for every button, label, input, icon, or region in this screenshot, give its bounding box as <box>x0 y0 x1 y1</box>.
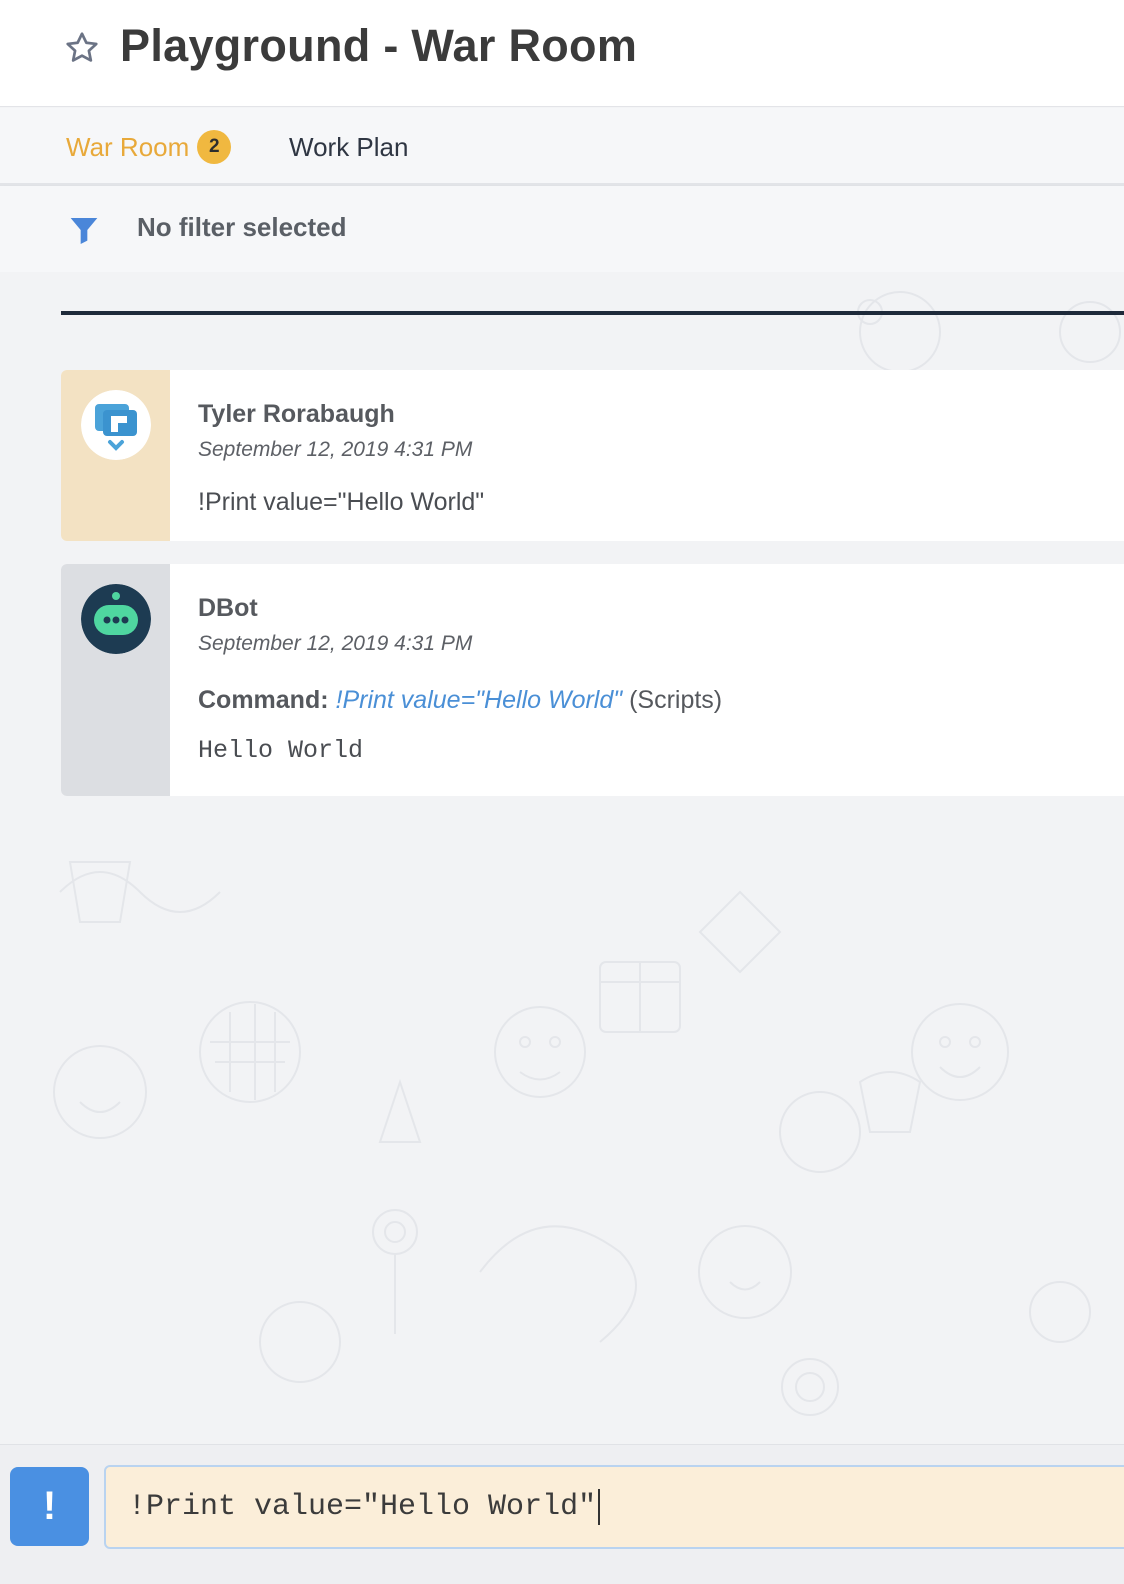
chat-user-icon <box>81 390 151 460</box>
feed-divider <box>61 311 1124 315</box>
feed-entry: Tyler Rorabaugh September 12, 2019 4:31 … <box>61 370 1124 541</box>
entry-timestamp: September 12, 2019 4:31 PM <box>198 438 473 461</box>
tab-bar: War Room 2 Work Plan <box>0 108 1124 186</box>
entry-author[interactable]: Tyler Rorabaugh <box>198 400 395 429</box>
entry-timestamp: September 12, 2019 4:31 PM <box>198 632 473 655</box>
filter-status-text: No filter selected <box>137 212 347 242</box>
page-title: Playground - War Room <box>120 20 638 71</box>
entry-side-panel <box>61 564 170 796</box>
command-input-value: !Print value="Hello World" <box>128 1490 597 1524</box>
feed-entry: DBot September 12, 2019 4:31 PM Command:… <box>61 564 1124 796</box>
text-caret <box>598 1489 601 1525</box>
filter-bar: No filter selected <box>0 186 1124 272</box>
entry-message: !Print value="Hello World" <box>198 488 485 516</box>
command-link[interactable]: !Print value="Hello World" <box>336 686 623 714</box>
command-input-bar: ! !Print value="Hello World" <box>0 1444 1124 1584</box>
command-output: Hello World <box>198 736 364 765</box>
tab-work-plan-label: Work Plan <box>289 131 409 162</box>
count-badge: 2 <box>197 130 232 164</box>
bot-icon <box>81 584 151 654</box>
command-input[interactable]: !Print value="Hello World" <box>104 1465 1124 1549</box>
header: Playground - War Room <box>0 0 1124 107</box>
star-icon[interactable] <box>64 30 100 66</box>
filter-icon[interactable] <box>68 214 100 246</box>
entry-side-panel <box>61 370 170 541</box>
tab-work-plan[interactable]: Work Plan <box>289 108 408 186</box>
tab-war-room[interactable]: War Room 2 <box>34 108 258 186</box>
command-line: Command: !Print value="Hello World" (Scr… <box>198 686 722 715</box>
tab-war-room-label: War Room <box>66 131 190 162</box>
entry-author[interactable]: DBot <box>198 594 258 623</box>
war-room-feed[interactable]: Tyler Rorabaugh September 12, 2019 4:31 … <box>0 272 1124 1444</box>
command-label: Command: <box>198 686 329 714</box>
command-mode-button[interactable]: ! <box>10 1467 89 1546</box>
command-source: (Scripts) <box>629 686 723 714</box>
